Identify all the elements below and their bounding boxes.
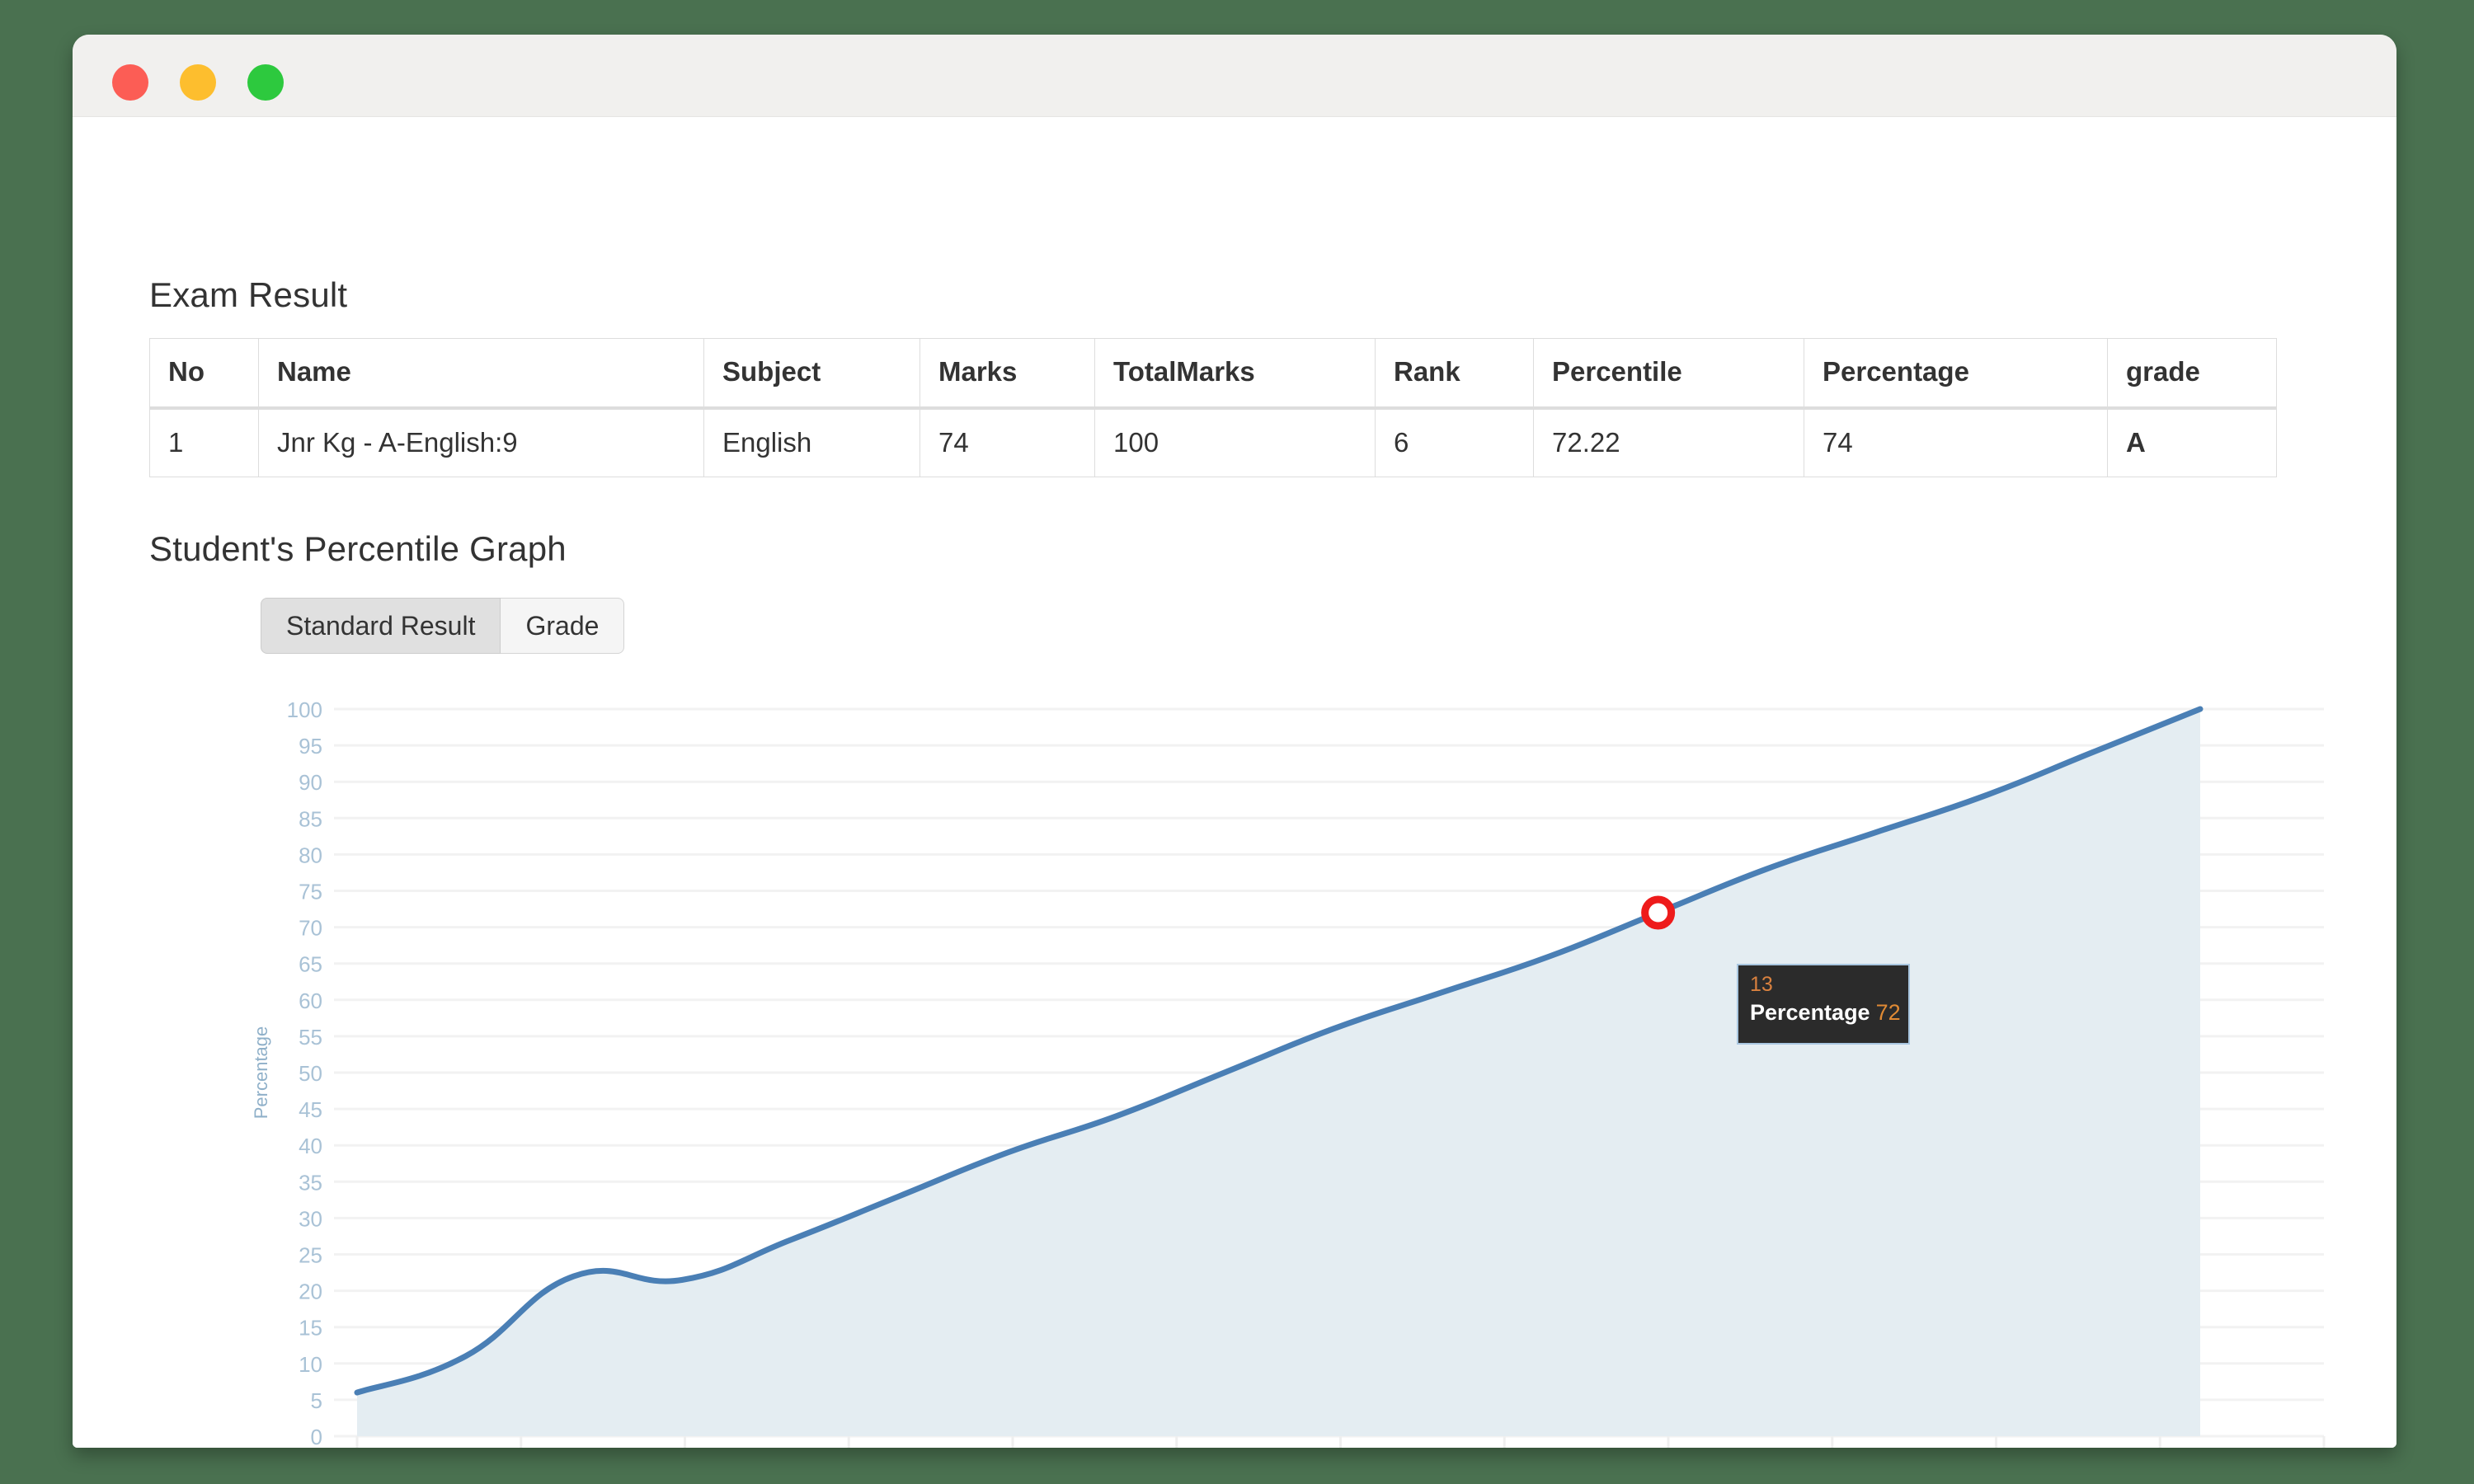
table-header: No Name Subject Marks TotalMarks Rank Pe… — [149, 338, 2277, 410]
y-tick-label: 50 — [299, 1061, 322, 1086]
y-tick-label: 35 — [299, 1170, 322, 1195]
window-close-button[interactable] — [112, 64, 148, 101]
y-tick-label: 90 — [299, 770, 322, 795]
cell-totalmarks: 100 — [1094, 407, 1376, 477]
y-tick-label: 55 — [299, 1025, 322, 1050]
exam-result-title: Exam Result — [149, 275, 348, 314]
y-tick-label: 30 — [299, 1206, 322, 1231]
chart-y-axis-label: Percentage — [251, 1026, 271, 1120]
y-tick-label: 0 — [311, 1425, 322, 1448]
exam-result-table-wrapper: No Name Subject Marks TotalMarks Rank Pe… — [149, 338, 2277, 477]
y-tick-label: 65 — [299, 952, 322, 977]
exam-result-table: No Name Subject Marks TotalMarks Rank Pe… — [149, 338, 2277, 477]
y-tick-label: 60 — [299, 989, 322, 1013]
cell-rank: 6 — [1375, 407, 1534, 477]
column-header-subject: Subject — [703, 338, 920, 410]
y-tick-label: 70 — [299, 916, 322, 941]
column-header-marks: Marks — [920, 338, 1095, 410]
y-tick-label: 75 — [299, 880, 322, 904]
cell-name: Jnr Kg - A-English:9 — [258, 407, 704, 477]
page-body: Exam Result No Name Subject Marks TotalM… — [73, 117, 2396, 1448]
chart-tooltip: 13 Percentage 72 — [1737, 964, 1910, 1045]
y-tick-label: 95 — [299, 734, 322, 758]
y-tick-label: 85 — [299, 806, 322, 831]
y-tick-label: 45 — [299, 1097, 322, 1122]
y-tick-label: 25 — [299, 1243, 322, 1268]
tab-standard-result[interactable]: Standard Result — [261, 598, 501, 654]
chart-highlighted-point-marker[interactable] — [1641, 895, 1676, 930]
cell-no: 1 — [149, 407, 259, 477]
percentile-area-chart[interactable]: 100 95 90 85 80 75 70 65 60 55 50 45 40 35 30 25 20 15 10 5… — [188, 694, 2349, 1448]
cell-subject: English — [703, 407, 920, 477]
y-tick-label: 15 — [299, 1316, 322, 1341]
tooltip-header-label: 13 — [1750, 973, 1773, 996]
window-maximize-button[interactable] — [247, 64, 284, 101]
chart-x-axis-ticks — [355, 1436, 2326, 1448]
y-tick-label: 80 — [299, 843, 322, 867]
y-tick-label: 10 — [299, 1352, 322, 1377]
window-minimize-button[interactable] — [180, 64, 216, 101]
column-header-percentage: Percentage — [1804, 338, 2108, 410]
y-tick-label: 40 — [299, 1134, 322, 1158]
chart-y-axis-ticks: 1009590858075706560555045403530252015105… — [287, 697, 322, 1448]
graph-mode-toggle-group: Standard Result Grade — [261, 598, 625, 654]
cell-marks: 74 — [920, 407, 1095, 477]
tooltip-series-row: Percentage 72 — [1750, 999, 1901, 1026]
column-header-totalmarks: TotalMarks — [1094, 338, 1376, 410]
column-header-rank: Rank — [1375, 338, 1534, 410]
y-tick-label: 100 — [287, 697, 322, 722]
chart-svg: 1009590858075706560555045403530252015105… — [251, 697, 2326, 1448]
column-header-grade: grade — [2107, 338, 2277, 410]
column-header-percentile: Percentile — [1533, 338, 1804, 410]
y-tick-label: 5 — [311, 1388, 322, 1413]
table-header-row: No Name Subject Marks TotalMarks Rank Pe… — [149, 338, 2277, 410]
tooltip-series-value: 72 — [1875, 999, 1901, 1025]
percentile-graph-title: Student's Percentile Graph — [149, 529, 567, 568]
tab-grade[interactable]: Grade — [501, 598, 625, 654]
y-tick-label: 20 — [299, 1280, 322, 1304]
column-header-name: Name — [258, 338, 704, 410]
column-header-no: No — [149, 338, 259, 410]
cell-grade: A — [2107, 407, 2277, 477]
cell-percentile: 72.22 — [1533, 407, 1804, 477]
browser-window: Exam Result No Name Subject Marks TotalM… — [73, 35, 2396, 1448]
window-title-bar — [73, 35, 2396, 117]
table-row: 1 Jnr Kg - A-English:9 English 74 100 6 … — [149, 407, 2277, 477]
table-body: 1 Jnr Kg - A-English:9 English 74 100 6 … — [149, 407, 2277, 477]
tooltip-series-label: Percentage — [1750, 999, 1870, 1025]
cell-percentage: 74 — [1804, 407, 2108, 477]
